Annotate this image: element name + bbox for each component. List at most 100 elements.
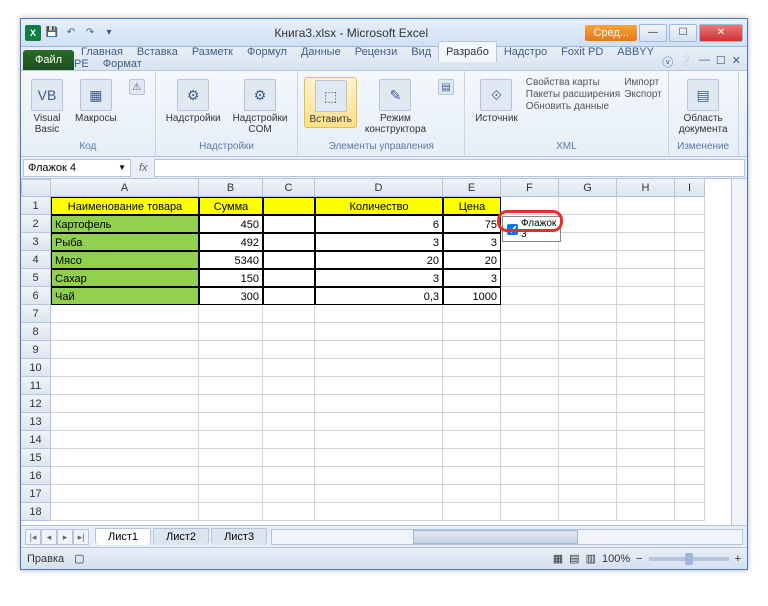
row-header-1[interactable]: 1	[21, 197, 51, 215]
cell[interactable]	[501, 323, 559, 341]
cell[interactable]	[51, 449, 199, 467]
checkbox-input[interactable]	[507, 224, 518, 235]
cell[interactable]	[263, 341, 315, 359]
macro-record-icon[interactable]: ▢	[74, 552, 84, 565]
tab-foxit pd[interactable]: Foxit PD	[554, 42, 610, 62]
cell[interactable]	[263, 413, 315, 431]
cell[interactable]	[199, 503, 263, 521]
checkbox-control[interactable]: Флажок 3	[502, 216, 561, 242]
cell[interactable]	[559, 503, 617, 521]
sheet-tab-Лист1[interactable]: Лист1	[95, 528, 151, 545]
cell[interactable]	[263, 197, 315, 215]
doc-restore-icon[interactable]: ☐	[716, 54, 726, 70]
cell[interactable]: 3	[315, 269, 443, 287]
cell[interactable]	[675, 323, 705, 341]
cell[interactable]	[617, 431, 675, 449]
cell[interactable]	[315, 359, 443, 377]
cell[interactable]	[559, 467, 617, 485]
cell[interactable]	[675, 467, 705, 485]
cell[interactable]	[501, 287, 559, 305]
close-button[interactable]: ✕	[699, 24, 743, 42]
cell[interactable]	[51, 377, 199, 395]
cell[interactable]	[617, 269, 675, 287]
cell[interactable]	[617, 287, 675, 305]
cell[interactable]	[263, 503, 315, 521]
cell[interactable]	[263, 215, 315, 233]
cell[interactable]	[501, 251, 559, 269]
macros-button[interactable]: ▦Макросы	[71, 77, 121, 126]
xml-map-props[interactable]: Свойства карты	[526, 77, 620, 88]
cell[interactable]	[199, 467, 263, 485]
zoom-level[interactable]: 100%	[602, 553, 630, 565]
cell[interactable]: 300	[199, 287, 263, 305]
cell[interactable]	[617, 323, 675, 341]
view-normal-icon[interactable]: ▦	[553, 552, 563, 565]
visual-basic-button[interactable]: VBVisual Basic	[27, 77, 67, 137]
col-header-D[interactable]: D	[315, 179, 443, 197]
cell[interactable]	[617, 467, 675, 485]
tab-вид[interactable]: Вид	[404, 42, 438, 62]
cell[interactable]	[617, 485, 675, 503]
cell[interactable]	[559, 233, 617, 251]
undo-icon[interactable]: ↶	[63, 25, 79, 41]
cell[interactable]	[559, 413, 617, 431]
cell[interactable]	[559, 215, 617, 233]
design-mode-button[interactable]: ✎Режим конструктора	[361, 77, 430, 137]
cell[interactable]	[617, 449, 675, 467]
ribbon-minimize-icon[interactable]: ⓥ	[662, 54, 673, 70]
tools-button[interactable]: Сред...	[585, 25, 637, 41]
cell[interactable]	[675, 269, 705, 287]
cell[interactable]	[263, 323, 315, 341]
tab-разметк[interactable]: Разметк	[185, 42, 240, 62]
cell[interactable]	[617, 377, 675, 395]
cell[interactable]	[617, 413, 675, 431]
col-header-G[interactable]: G	[559, 179, 617, 197]
cell[interactable]	[199, 449, 263, 467]
row-header-4[interactable]: 4	[21, 251, 51, 269]
sheet-nav-next[interactable]: ▸	[57, 529, 73, 545]
cell[interactable]: 20	[443, 251, 501, 269]
cell[interactable]	[675, 359, 705, 377]
cell[interactable]	[443, 323, 501, 341]
cell[interactable]	[675, 395, 705, 413]
cell[interactable]: Цена	[443, 197, 501, 215]
cell[interactable]	[501, 431, 559, 449]
cell[interactable]	[675, 503, 705, 521]
cell[interactable]: Сахар	[51, 269, 199, 287]
cell[interactable]: Картофель	[51, 215, 199, 233]
cell[interactable]	[315, 467, 443, 485]
cell[interactable]	[51, 413, 199, 431]
cell[interactable]	[443, 359, 501, 377]
cell[interactable]: Количество	[315, 197, 443, 215]
cell[interactable]: 492	[199, 233, 263, 251]
minimize-button[interactable]: —	[639, 24, 667, 42]
xml-export[interactable]: Экспорт	[624, 89, 662, 100]
tab-надстро[interactable]: Надстро	[497, 42, 554, 62]
cell[interactable]	[199, 377, 263, 395]
cell[interactable]	[315, 431, 443, 449]
cell[interactable]	[501, 197, 559, 215]
view-layout-icon[interactable]: ▤	[569, 552, 579, 565]
zoom-slider[interactable]	[649, 557, 729, 561]
cell[interactable]	[51, 359, 199, 377]
doc-close-icon[interactable]: ✕	[732, 54, 741, 70]
xml-import[interactable]: Импорт	[624, 77, 662, 88]
cell[interactable]	[199, 413, 263, 431]
cell[interactable]	[675, 305, 705, 323]
cell[interactable]: 20	[315, 251, 443, 269]
cell[interactable]	[675, 197, 705, 215]
cell[interactable]	[263, 485, 315, 503]
cell[interactable]	[675, 341, 705, 359]
doc-area-button[interactable]: ▤Область документа	[675, 77, 732, 137]
help-icon[interactable]: ❔	[679, 54, 693, 70]
save-icon[interactable]: 💾	[44, 25, 60, 41]
row-header-3[interactable]: 3	[21, 233, 51, 251]
insert-control-button[interactable]: ⬚Вставить	[304, 77, 356, 128]
qat-dropdown-icon[interactable]: ▾	[101, 25, 117, 41]
cell[interactable]	[315, 323, 443, 341]
cell[interactable]	[315, 395, 443, 413]
cell[interactable]: 75	[443, 215, 501, 233]
cell[interactable]: 6	[315, 215, 443, 233]
row-header-5[interactable]: 5	[21, 269, 51, 287]
cell[interactable]	[443, 305, 501, 323]
